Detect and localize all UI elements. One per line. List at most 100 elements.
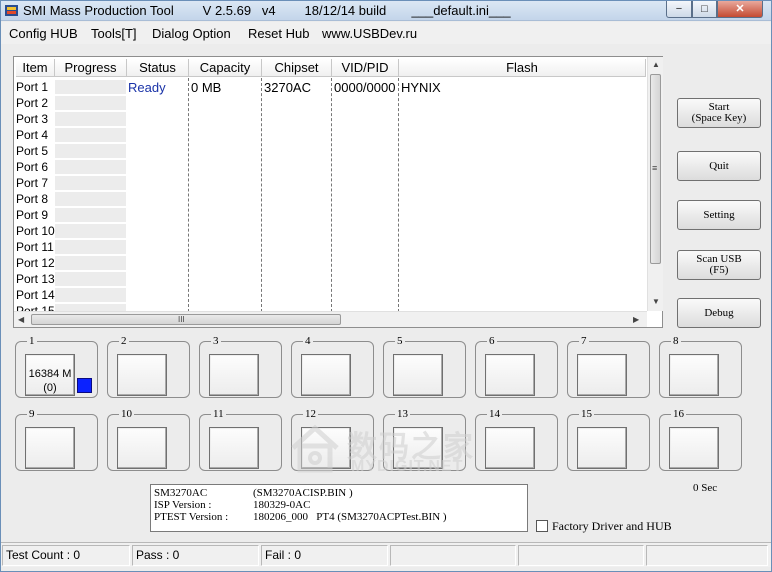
column-divider [188, 78, 189, 311]
port-progress-cell [55, 288, 126, 303]
info-ptest-value: 180206_000 PT4 (SM3270ACPTest.BIN ) [253, 511, 447, 523]
title-bar[interactable]: SMI Mass Production Tool V 2.5.69 v4 18/… [1, 1, 771, 21]
app-icon [5, 5, 18, 16]
menu-config-hub[interactable]: Config HUB [9, 26, 78, 41]
port-row-label[interactable]: Port 6 [16, 160, 55, 175]
col-header-status[interactable]: Status [127, 59, 189, 77]
port-group-number: 5 [395, 335, 405, 347]
port-progress-cell [55, 128, 126, 143]
port-progress-cell [55, 240, 126, 255]
menu-tools[interactable]: Tools[T] [91, 26, 137, 41]
info-chip-label: SM3270AC [154, 487, 208, 499]
port-group-number: 15 [579, 408, 594, 420]
port-slot-button[interactable] [577, 354, 627, 396]
watermark-url: MYDIGIT.NET [351, 458, 464, 475]
status-pane [646, 545, 768, 566]
quit-button[interactable]: Quit [677, 151, 761, 181]
port-slot-button[interactable] [117, 354, 167, 396]
setting-button[interactable]: Setting [677, 200, 761, 230]
factory-driver-checkbox[interactable] [536, 520, 548, 532]
minimize-button[interactable]: − [666, 1, 692, 18]
port-slot-button[interactable]: 16384 M (0) [25, 354, 75, 396]
start-button[interactable]: Start (Space Key) [677, 98, 761, 128]
status-pane [518, 545, 644, 566]
port-group-number: 6 [487, 335, 497, 347]
port-group: 3 [199, 335, 282, 398]
port-row-label[interactable]: Port 10 [16, 224, 55, 239]
port1-vidpid: 0000/0000 [334, 80, 396, 95]
port-row-label[interactable]: Port 3 [16, 112, 55, 127]
maximize-button[interactable]: □ [692, 1, 717, 18]
menu-reset-hub[interactable]: Reset Hub [248, 26, 309, 41]
port-slot-button[interactable] [485, 427, 535, 469]
port-group-number: 11 [211, 408, 226, 420]
port-slot-button[interactable] [25, 427, 75, 469]
port-row-label[interactable]: Port 11 [16, 240, 55, 255]
port1-chipset: 3270AC [264, 80, 311, 95]
port-progress-cell [55, 96, 126, 111]
port-row-label[interactable]: Port 8 [16, 192, 55, 207]
menu-dialog-option[interactable]: Dialog Option [152, 26, 231, 41]
status-pane [390, 545, 516, 566]
port-group-number: 13 [395, 408, 410, 420]
close-button[interactable]: ✕ [717, 1, 763, 18]
column-divider [398, 78, 399, 311]
port-row-label[interactable]: Port 13 [16, 272, 55, 287]
port-slot-button[interactable] [393, 354, 443, 396]
port-row-label[interactable]: Port 14 [16, 288, 55, 303]
port-row-label[interactable]: Port 12 [16, 256, 55, 271]
port-slot-button[interactable] [209, 354, 259, 396]
horizontal-scroll-thumb[interactable]: III [31, 314, 341, 325]
scroll-up-arrow-icon[interactable]: ▲ [652, 60, 660, 69]
status-fail: Fail : 0 [261, 545, 388, 566]
port-slot-button[interactable] [577, 427, 627, 469]
port-group: 4 [291, 335, 374, 398]
port-group-number: 10 [119, 408, 134, 420]
col-header-chipset[interactable]: Chipset [262, 59, 332, 77]
col-header-flash[interactable]: Flash [399, 59, 646, 77]
port-slot-button[interactable] [669, 354, 719, 396]
port-slot-button[interactable] [209, 427, 259, 469]
scan-usb-button[interactable]: Scan USB (F5) [677, 250, 761, 280]
vertical-scroll-thumb[interactable]: ≡ [650, 74, 661, 264]
port1-capacity: 0 MB [191, 80, 222, 95]
menu-usbdev-link[interactable]: www.USBDev.ru [322, 26, 417, 41]
port-slot-button[interactable] [117, 427, 167, 469]
port-group-number: 3 [211, 335, 221, 347]
port-row-label[interactable]: Port 5 [16, 144, 55, 159]
start-button-hint: (Space Key) [691, 112, 747, 124]
port-group-number: 2 [119, 335, 129, 347]
col-header-item[interactable]: Item [16, 59, 55, 77]
port-row-label[interactable]: Port 4 [16, 128, 55, 143]
port-row-label[interactable]: Port 1 [16, 80, 55, 95]
ports-table[interactable]: Item Progress Status Capacity Chipset VI… [13, 56, 663, 328]
col-header-progress[interactable]: Progress [55, 59, 127, 77]
port-progress-cell [55, 272, 126, 287]
port-group: 9 [15, 408, 98, 471]
vertical-scrollbar[interactable]: ▲ ≡ ▼ [647, 57, 663, 311]
port-slot-button[interactable] [301, 354, 351, 396]
port-row-label[interactable]: Port 15 [16, 304, 55, 311]
port-slot-button[interactable] [485, 354, 535, 396]
port-row-label[interactable]: Port 7 [16, 176, 55, 191]
scroll-right-arrow-icon[interactable]: ▶ [633, 315, 639, 324]
grip-icon: ≡ [652, 163, 658, 173]
port-group: 6 [475, 335, 558, 398]
port-row-label[interactable]: Port 2 [16, 96, 55, 111]
port-group-number: 4 [303, 335, 313, 347]
port-slot-button[interactable] [669, 427, 719, 469]
col-header-vidpid[interactable]: VID/PID [332, 59, 399, 77]
debug-button[interactable]: Debug [677, 298, 761, 328]
scroll-left-arrow-icon[interactable]: ◀ [18, 315, 24, 324]
slot-capacity: 16384 M [28, 368, 72, 380]
col-header-capacity[interactable]: Capacity [189, 59, 262, 77]
port-group: 2 [107, 335, 190, 398]
column-divider [331, 78, 332, 311]
horizontal-scrollbar[interactable]: ◀ III ▶ [14, 311, 647, 327]
scroll-down-arrow-icon[interactable]: ▼ [652, 297, 660, 306]
menu-bar: Config HUB Tools[T] Dialog Option Reset … [1, 22, 771, 44]
port-row-label[interactable]: Port 9 [16, 208, 55, 223]
port-progress-cell [55, 224, 126, 239]
factory-driver-label[interactable]: Factory Driver and HUB [552, 519, 672, 534]
port-group-number: 14 [487, 408, 502, 420]
